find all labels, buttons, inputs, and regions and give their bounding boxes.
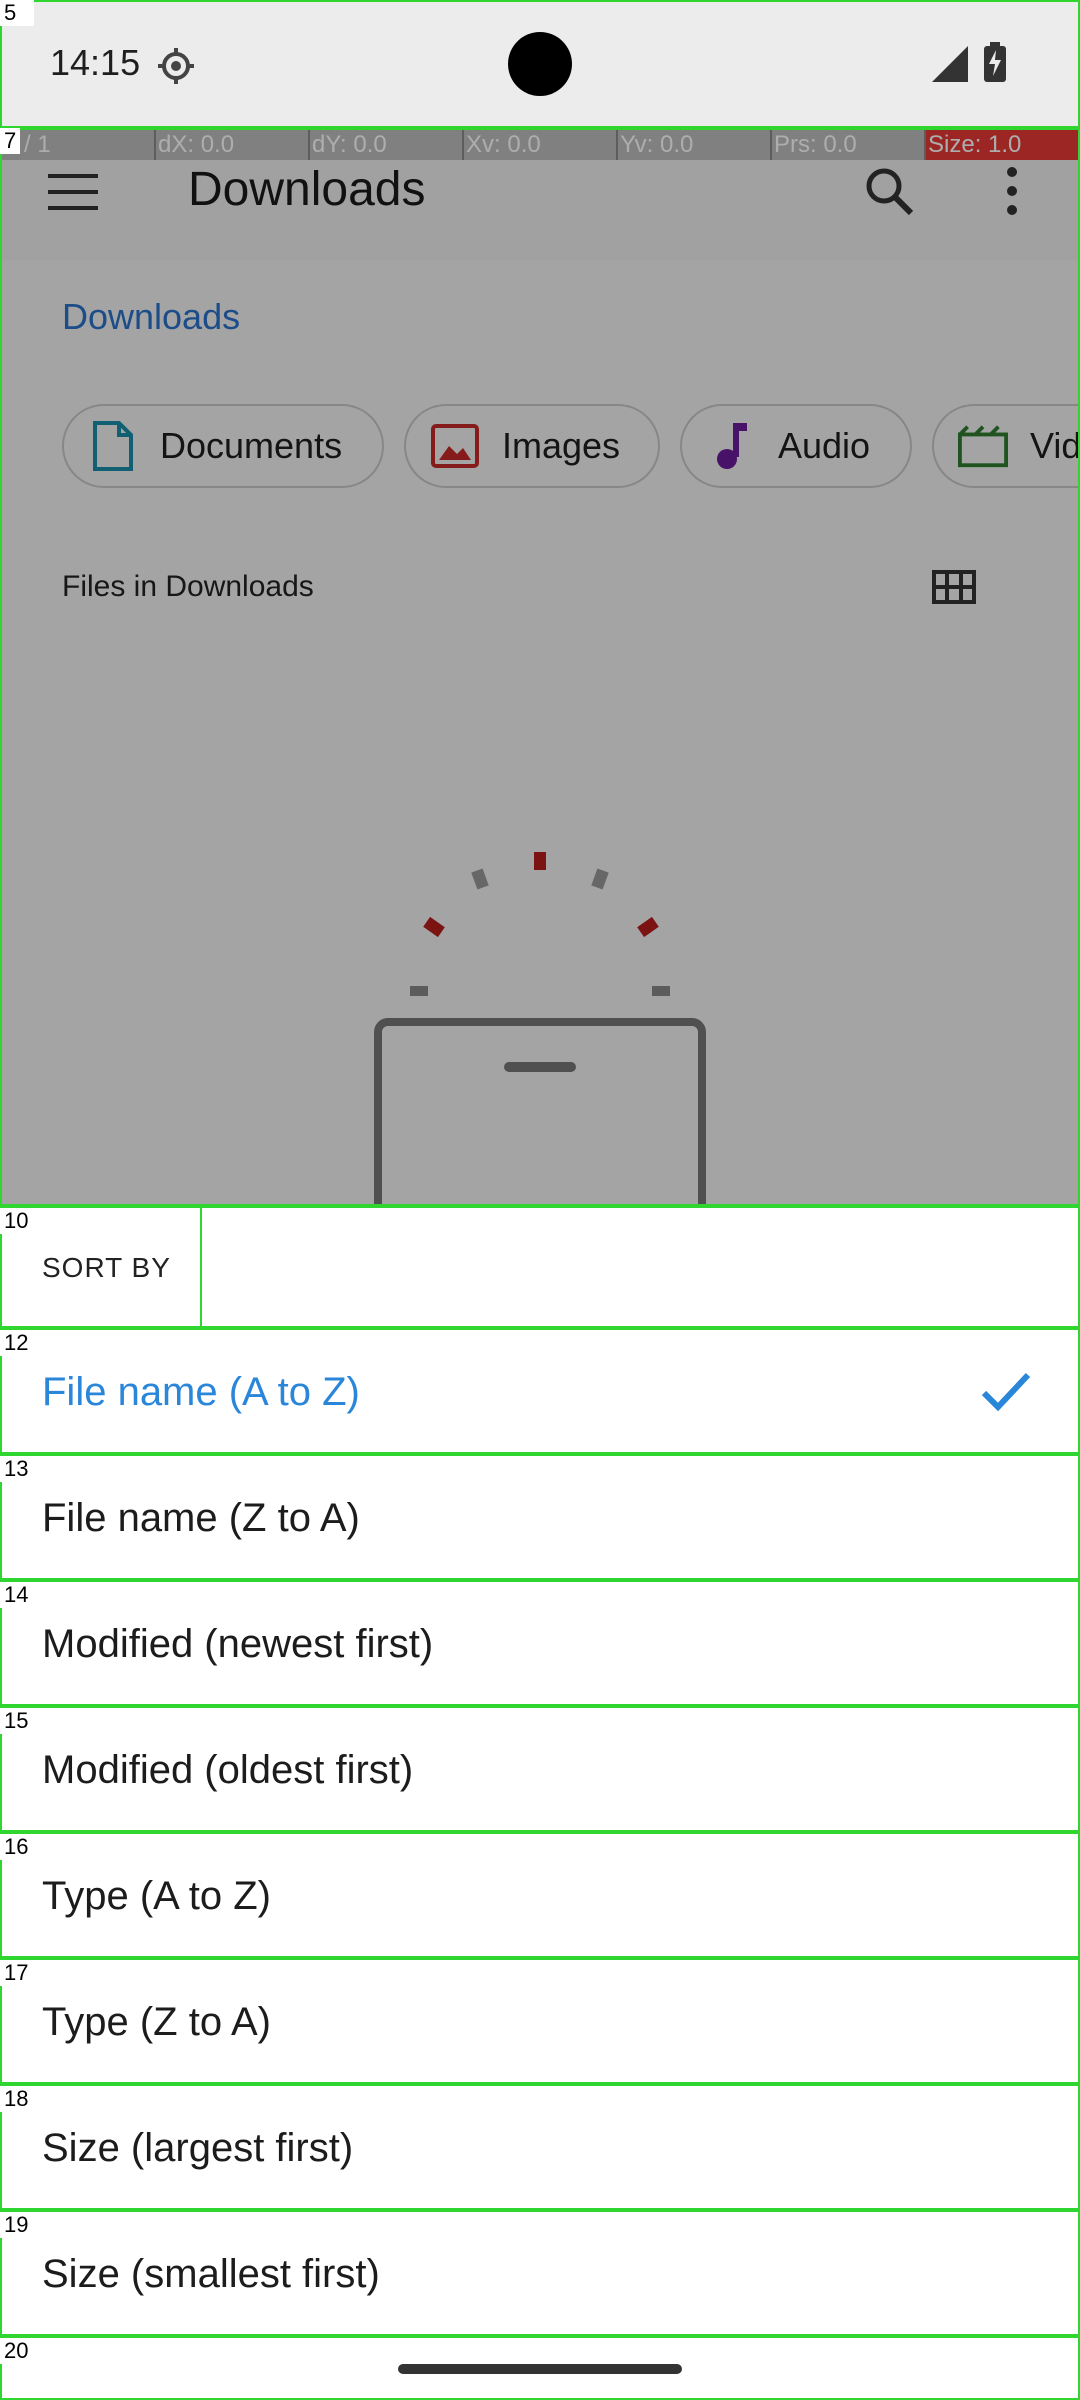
debug-index-label: 12 bbox=[0, 1330, 33, 1356]
debug-index-label: 18 bbox=[0, 2086, 33, 2112]
debug-index-label: 17 bbox=[0, 1960, 33, 1986]
debug-index-label: 14 bbox=[0, 1582, 33, 1608]
debug-box bbox=[0, 2210, 1080, 2336]
debug-box bbox=[0, 2084, 1080, 2210]
debug-box bbox=[0, 1328, 1080, 1454]
debug-box bbox=[0, 1832, 1080, 1958]
debug-index-label: 13 bbox=[0, 1456, 33, 1482]
debug-index-label: 20 bbox=[0, 2338, 33, 2364]
debug-box bbox=[0, 128, 1080, 1206]
debug-index-label: 19 bbox=[0, 2212, 33, 2238]
debug-box bbox=[0, 1706, 1080, 1832]
debug-box bbox=[0, 0, 1080, 128]
debug-index-label: 15 bbox=[0, 1708, 33, 1734]
debug-index-label: 16 bbox=[0, 1834, 33, 1860]
debug-index-label: 5 bbox=[0, 0, 34, 26]
debug-box bbox=[0, 1958, 1080, 2084]
debug-index-label: 7 bbox=[0, 128, 21, 154]
debug-box bbox=[0, 1580, 1080, 1706]
debug-box bbox=[0, 1454, 1080, 1580]
debug-box bbox=[200, 1206, 1080, 1328]
debug-box bbox=[0, 2336, 1080, 2400]
debug-index-label: 10 bbox=[0, 1208, 33, 1234]
